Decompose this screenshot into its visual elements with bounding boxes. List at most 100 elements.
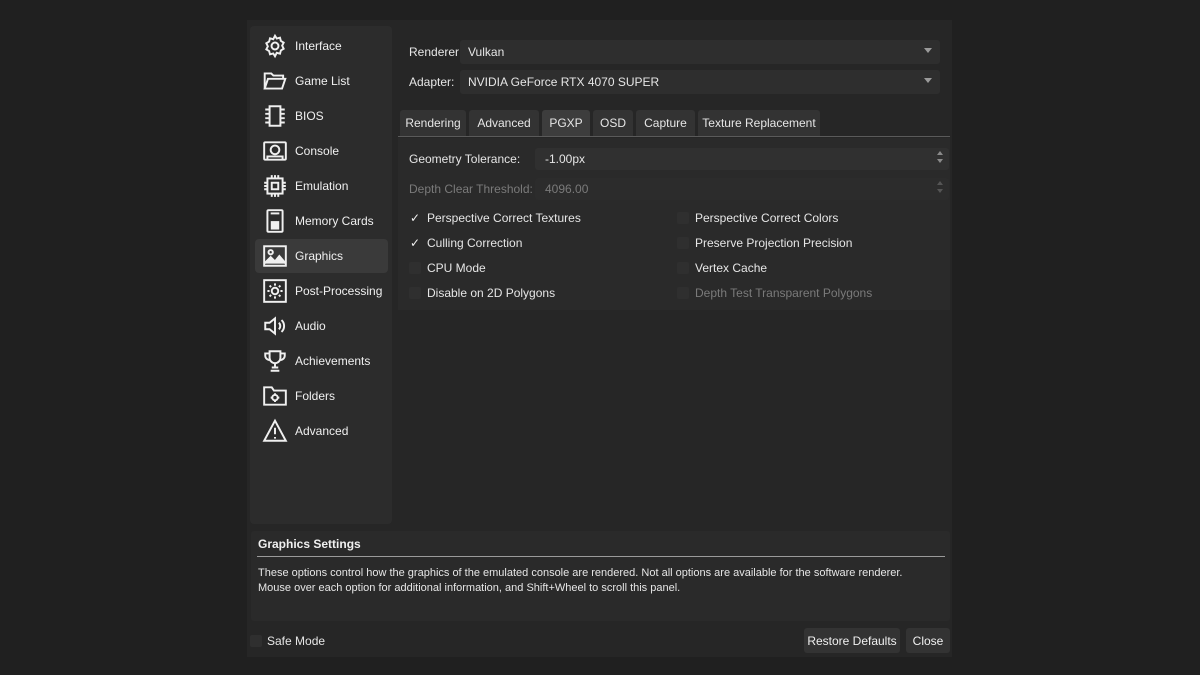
checkbox-label: Vertex Cache: [695, 261, 768, 275]
console-icon: [261, 137, 289, 165]
depth-clear-threshold-value: 4096.00: [545, 182, 589, 196]
adapter-select[interactable]: NVIDIA GeForce RTX 4070 SUPER: [460, 70, 940, 94]
adapter-label: Adapter:: [409, 75, 455, 89]
disable-on-2d-polygons-checkbox[interactable]: Disable on 2D Polygons: [409, 283, 555, 303]
depth-clear-threshold-label: Depth Clear Threshold:: [409, 182, 533, 196]
sidebar-item-game-list[interactable]: Game List: [255, 64, 388, 98]
brightness-icon: [261, 277, 289, 305]
check-icon: ✓: [409, 211, 421, 225]
tab-rendering[interactable]: Rendering: [400, 110, 466, 136]
renderer-label: Renderer:: [409, 45, 463, 59]
pgxp-panel: Geometry Tolerance: -1.00px Depth Clear …: [398, 138, 950, 310]
depth-clear-threshold-spinbox: 4096.00: [535, 178, 949, 200]
safe-mode-label: Safe Mode: [267, 634, 326, 648]
checkbox-label: Perspective Correct Textures: [427, 211, 581, 225]
geometry-tolerance-row: Geometry Tolerance: -1.00px: [409, 148, 949, 170]
geometry-tolerance-value: -1.00px: [545, 152, 586, 166]
info-description: These options control how the graphics o…: [258, 567, 903, 594]
memory-card-icon: [261, 207, 289, 235]
checkbox-box: [677, 212, 689, 224]
renderer-select[interactable]: Vulkan: [460, 40, 940, 64]
sidebar-item-label: Achievements: [295, 354, 371, 368]
sidebar-item-achievements[interactable]: Achievements: [255, 344, 388, 378]
sidebar-item-label: Post-Processing: [295, 284, 383, 298]
tab-bar: Rendering Advanced PGXP OSD Capture Text…: [398, 110, 950, 137]
sidebar-item-label: Audio: [295, 319, 326, 333]
tab-osd[interactable]: OSD: [593, 110, 633, 136]
checkbox-label: Preserve Projection Precision: [695, 236, 853, 250]
preserve-projection-precision-checkbox[interactable]: Preserve Projection Precision: [677, 233, 852, 253]
sidebar-item-label: Memory Cards: [295, 214, 374, 228]
settings-sidebar: Interface Game List BIOS Console Emulati…: [250, 26, 392, 524]
checkbox-label: Culling Correction: [427, 236, 523, 250]
sidebar-item-interface[interactable]: Interface: [255, 29, 388, 63]
sidebar-item-advanced[interactable]: Advanced: [255, 414, 388, 448]
culling-correction-checkbox[interactable]: ✓ Culling Correction: [409, 233, 522, 253]
checkbox-box: [409, 262, 421, 274]
tab-pgxp[interactable]: PGXP: [542, 110, 590, 136]
sidebar-item-emulation[interactable]: Emulation: [255, 169, 388, 203]
sidebar-item-post-processing[interactable]: Post-Processing: [255, 274, 388, 308]
sidebar-item-audio[interactable]: Audio: [255, 309, 388, 343]
spin-down-icon: [937, 189, 943, 193]
adapter-row: Adapter: NVIDIA GeForce RTX 4070 SUPER: [400, 70, 950, 94]
renderer-row: Renderer: Vulkan: [400, 40, 950, 64]
checkbox-box: [677, 237, 689, 249]
info-title: Graphics Settings: [258, 537, 361, 551]
footer-bar: Safe Mode Restore Defaults Close: [250, 628, 952, 654]
info-divider: [257, 556, 945, 557]
checkbox-box: [409, 287, 421, 299]
spin-down-icon[interactable]: [937, 159, 943, 163]
chip-icon: [261, 102, 289, 130]
sidebar-item-memory-cards[interactable]: Memory Cards: [255, 204, 388, 238]
sidebar-item-label: Console: [295, 144, 340, 158]
sidebar-item-bios[interactable]: BIOS: [255, 99, 388, 133]
checkbox-label: Disable on 2D Polygons: [427, 286, 556, 300]
sidebar-item-console[interactable]: Console: [255, 134, 388, 168]
sidebar-item-label: Folders: [295, 389, 336, 403]
adapter-value: NVIDIA GeForce RTX 4070 SUPER: [468, 75, 660, 89]
sidebar-item-label: Interface: [295, 39, 342, 53]
spin-arrows[interactable]: [937, 151, 943, 163]
graphics-settings-panel: Renderer: Vulkan Adapter: NVIDIA GeForce…: [398, 26, 950, 524]
safe-mode-checkbox[interactable]: Safe Mode: [250, 631, 325, 651]
trophy-icon: [261, 347, 289, 375]
warning-icon: [261, 417, 289, 445]
image-icon: [261, 242, 289, 270]
close-button[interactable]: Close: [906, 628, 950, 653]
sidebar-item-label: Graphics: [295, 249, 344, 263]
checkbox-label: CPU Mode: [427, 261, 486, 275]
info-box: Graphics Settings These options control …: [251, 531, 950, 621]
cpu-mode-checkbox[interactable]: CPU Mode: [409, 258, 486, 278]
chevron-down-icon: [924, 78, 932, 83]
gear-icon: [261, 32, 289, 60]
geometry-tolerance-label: Geometry Tolerance:: [409, 152, 521, 166]
restore-defaults-button[interactable]: Restore Defaults: [804, 628, 900, 653]
sidebar-item-label: BIOS: [295, 109, 324, 123]
tab-texture-replacement[interactable]: Texture Replacement: [698, 110, 820, 136]
folder-gear-icon: [261, 382, 289, 410]
geometry-tolerance-spinbox[interactable]: -1.00px: [535, 148, 949, 170]
depth-clear-threshold-row: Depth Clear Threshold: 4096.00: [409, 178, 949, 200]
speaker-icon: [261, 312, 289, 340]
checkbox-label: Perspective Correct Colors: [695, 211, 839, 225]
checkbox-box: [677, 287, 689, 299]
vertex-cache-checkbox[interactable]: Vertex Cache: [677, 258, 767, 278]
tab-capture[interactable]: Capture: [636, 110, 695, 136]
folder-open-icon: [261, 67, 289, 95]
spin-arrows: [937, 181, 943, 193]
cpu-icon: [261, 172, 289, 200]
renderer-value: Vulkan: [468, 45, 505, 59]
perspective-correct-textures-checkbox[interactable]: ✓ Perspective Correct Textures: [409, 208, 581, 228]
perspective-correct-colors-checkbox[interactable]: Perspective Correct Colors: [677, 208, 838, 228]
sidebar-item-label: Advanced: [295, 424, 349, 438]
spin-up-icon: [937, 181, 943, 185]
sidebar-item-graphics[interactable]: Graphics: [255, 239, 388, 273]
sidebar-item-folders[interactable]: Folders: [255, 379, 388, 413]
spin-up-icon[interactable]: [937, 151, 943, 155]
checkbox-label: Depth Test Transparent Polygons: [695, 286, 873, 300]
checkbox-box: [677, 262, 689, 274]
checkbox-box: [250, 635, 262, 647]
tab-advanced[interactable]: Advanced: [469, 110, 539, 136]
chevron-down-icon: [924, 48, 932, 53]
